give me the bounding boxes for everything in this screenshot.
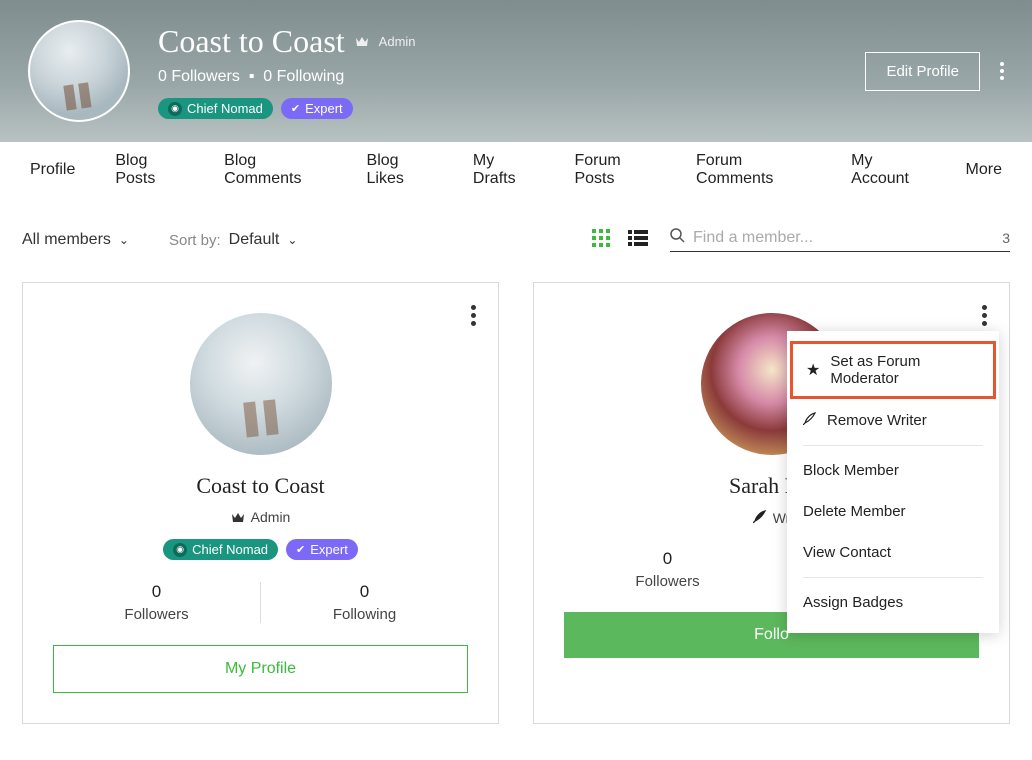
filter-dropdown[interactable]: All members ⌄ bbox=[22, 231, 129, 249]
edit-profile-button[interactable]: Edit Profile bbox=[865, 52, 980, 91]
role-label: Admin bbox=[379, 34, 416, 49]
chevron-down-icon: ⌄ bbox=[119, 233, 129, 247]
crown-icon bbox=[231, 512, 245, 523]
crown-icon bbox=[355, 36, 369, 47]
badge-chief-nomad: ◉ Chief Nomad bbox=[163, 539, 278, 560]
profile-stats: 0 Followers ▪ 0 Following bbox=[158, 68, 865, 86]
badge-chief-nomad: ◉ Chief Nomad bbox=[158, 98, 273, 119]
member-badges: ◉ Chief Nomad ✔ Expert bbox=[53, 539, 468, 560]
tab-blog-posts[interactable]: Blog Posts bbox=[115, 152, 184, 188]
card-options-icon[interactable] bbox=[471, 305, 476, 326]
tab-forum-posts[interactable]: Forum Posts bbox=[574, 152, 656, 188]
stat-number: 0 bbox=[261, 582, 468, 602]
member-stats: 0 Followers 0 Following bbox=[53, 582, 468, 623]
tab-forum-comments[interactable]: Forum Comments bbox=[696, 152, 811, 188]
badge-label: Chief Nomad bbox=[187, 101, 263, 116]
profile-title: Coast to Coast bbox=[158, 23, 345, 60]
menu-separator bbox=[803, 577, 983, 578]
following-count: 0 bbox=[263, 68, 272, 85]
menu-label: View Contact bbox=[803, 544, 891, 561]
badge-label: Chief Nomad bbox=[192, 542, 268, 557]
badge-label: Expert bbox=[305, 101, 343, 116]
tab-my-drafts[interactable]: My Drafts bbox=[473, 152, 535, 188]
profile-info: Coast to Coast Admin 0 Followers ▪ 0 Fol… bbox=[158, 23, 865, 119]
menu-set-moderator[interactable]: ★ Set as Forum Moderator bbox=[790, 341, 996, 399]
globe-icon: ◉ bbox=[173, 543, 187, 557]
card-options-menu: ★ Set as Forum Moderator Remove Writer B… bbox=[787, 331, 999, 633]
stat-label: Followers bbox=[53, 606, 260, 623]
result-count: 3 bbox=[1002, 230, 1010, 246]
my-profile-button[interactable]: My Profile bbox=[53, 645, 468, 693]
more-options-icon[interactable] bbox=[1000, 62, 1004, 80]
followers-label: Followers bbox=[171, 68, 239, 85]
badge-expert: ✔ Expert bbox=[286, 539, 358, 560]
menu-assign-badges[interactable]: Assign Badges bbox=[787, 582, 999, 623]
tab-blog-likes[interactable]: Blog Likes bbox=[367, 152, 433, 188]
sortby: Sort by: Default ⌄ bbox=[169, 231, 297, 249]
sortby-value: Default bbox=[229, 231, 280, 249]
member-role: Admin bbox=[53, 509, 468, 525]
member-name: Coast to Coast bbox=[53, 473, 468, 499]
menu-view-contact[interactable]: View Contact bbox=[787, 532, 999, 573]
followers-count: 0 bbox=[158, 68, 167, 85]
sortby-label: Sort by: bbox=[169, 232, 221, 249]
tab-more[interactable]: More bbox=[966, 161, 1002, 179]
member-cards: Coast to Coast Admin ◉ Chief Nomad ✔ Exp… bbox=[22, 282, 1010, 724]
profile-header: Coast to Coast Admin 0 Followers ▪ 0 Fol… bbox=[0, 0, 1032, 142]
search-icon bbox=[670, 228, 685, 247]
stat-label: Following bbox=[261, 606, 468, 623]
grid-view-icon[interactable] bbox=[592, 229, 610, 252]
following-label: Following bbox=[277, 68, 345, 85]
feather-icon bbox=[803, 411, 817, 429]
member-avatar[interactable] bbox=[190, 313, 332, 455]
tab-profile[interactable]: Profile bbox=[30, 161, 75, 179]
globe-icon: ◉ bbox=[168, 102, 182, 116]
followers-stat[interactable]: 0 Followers bbox=[53, 582, 260, 623]
followers-stat[interactable]: 0 Followers bbox=[564, 549, 771, 590]
header-actions: Edit Profile bbox=[865, 52, 1004, 91]
check-icon: ✔ bbox=[291, 102, 300, 115]
menu-label: Assign Badges bbox=[803, 594, 903, 611]
card-options-icon[interactable] bbox=[982, 305, 987, 326]
menu-delete-member[interactable]: Delete Member bbox=[787, 491, 999, 532]
list-view-icon[interactable] bbox=[628, 230, 648, 251]
role-text: Admin bbox=[251, 509, 291, 525]
content-area: All members ⌄ Sort by: Default ⌄ 3 bbox=[0, 198, 1032, 754]
stat-number: 0 bbox=[564, 549, 771, 569]
profile-avatar[interactable] bbox=[28, 20, 130, 122]
tab-my-account[interactable]: My Account bbox=[851, 152, 925, 188]
menu-remove-writer[interactable]: Remove Writer bbox=[787, 399, 999, 441]
menu-separator bbox=[803, 445, 983, 446]
following-stat[interactable]: 0 Following bbox=[260, 582, 468, 623]
search-box[interactable]: 3 bbox=[670, 228, 1010, 252]
tab-blog-comments[interactable]: Blog Comments bbox=[224, 152, 326, 188]
search-input[interactable] bbox=[693, 229, 1002, 247]
stat-label: Followers bbox=[564, 573, 771, 590]
menu-label: Delete Member bbox=[803, 503, 906, 520]
profile-badges: ◉ Chief Nomad ✔ Expert bbox=[158, 98, 865, 119]
member-card: ★ Set as Forum Moderator Remove Writer B… bbox=[533, 282, 1010, 724]
tabs-bar: Profile Blog Posts Blog Comments Blog Li… bbox=[0, 142, 1032, 198]
menu-label: Block Member bbox=[803, 462, 899, 479]
star-icon: ★ bbox=[806, 360, 820, 380]
member-card: Coast to Coast Admin ◉ Chief Nomad ✔ Exp… bbox=[22, 282, 499, 724]
stat-number: 0 bbox=[53, 582, 260, 602]
badge-label: Expert bbox=[310, 542, 348, 557]
badge-expert: ✔ Expert bbox=[281, 98, 353, 119]
sortby-dropdown[interactable]: Default ⌄ bbox=[229, 231, 298, 249]
controls-row: All members ⌄ Sort by: Default ⌄ 3 bbox=[22, 228, 1010, 252]
check-icon: ✔ bbox=[296, 543, 305, 556]
menu-block-member[interactable]: Block Member bbox=[787, 450, 999, 491]
menu-label: Set as Forum Moderator bbox=[830, 353, 980, 387]
filter-label: All members bbox=[22, 231, 111, 249]
menu-label: Remove Writer bbox=[827, 412, 927, 429]
feather-icon bbox=[753, 509, 767, 527]
chevron-down-icon: ⌄ bbox=[287, 233, 297, 247]
